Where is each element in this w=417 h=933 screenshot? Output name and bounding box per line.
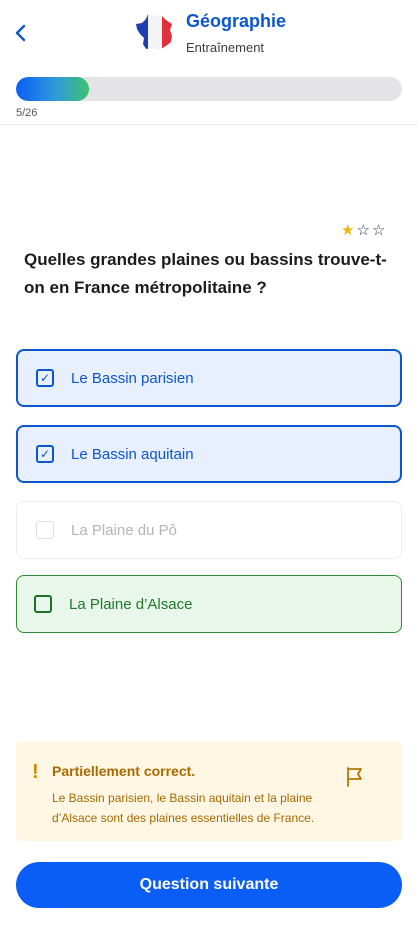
answer-option-label: Le Bassin parisien	[71, 369, 194, 387]
star-filled-icon: ★	[341, 222, 357, 239]
page-title: Géographie	[186, 11, 287, 31]
star-empty-icon: ☆	[371, 222, 388, 239]
answer-option-bassin-parisien[interactable]: ✓ Le Bassin parisien	[16, 349, 402, 407]
feedback-title: Partiellement correct.	[52, 763, 196, 779]
progress-bar-fill	[16, 77, 90, 101]
divider	[0, 124, 417, 125]
question-text: Quelles grandes plaines ou bassins trouv…	[24, 250, 387, 297]
top-bar: Géographie Entraînement	[0, 0, 417, 70]
star-empty-icon: ☆	[356, 222, 372, 239]
exclamation-icon: !	[32, 761, 39, 783]
progress-counter: 5/26	[16, 107, 38, 119]
chevron-left-icon[interactable]	[10, 20, 32, 46]
page-subtitle: Entraînement	[186, 40, 265, 55]
answer-option-plaine-alsace[interactable]: La Plaine d’Alsace	[16, 575, 402, 633]
answer-option-label: La Plaine du Pô	[71, 521, 177, 539]
answer-option-bassin-aquitain[interactable]: ✓ Le Bassin aquitain	[16, 425, 402, 483]
difficulty-rating: ★☆☆	[341, 221, 387, 239]
answer-option-label: Le Bassin aquitain	[71, 445, 194, 463]
france-flag-map-icon	[136, 14, 172, 50]
answer-option-plaine-du-po[interactable]: La Plaine du Pô	[16, 501, 402, 559]
checkbox-empty-icon[interactable]	[36, 521, 54, 539]
feedback-text: Le Bassin parisien, le Bassin aquitain e…	[52, 791, 315, 825]
flag-icon[interactable]	[345, 766, 365, 788]
progress-bar	[16, 77, 402, 101]
checkbox-checked-icon[interactable]: ✓	[36, 445, 54, 463]
next-question-button[interactable]: Question suivante	[16, 862, 402, 908]
answer-option-label: La Plaine d’Alsace	[69, 595, 193, 613]
feedback-panel: ! Partiellement correct. Le Bassin paris…	[16, 741, 402, 841]
checkbox-checked-icon[interactable]: ✓	[36, 369, 54, 387]
checkbox-empty-icon[interactable]	[34, 595, 52, 613]
